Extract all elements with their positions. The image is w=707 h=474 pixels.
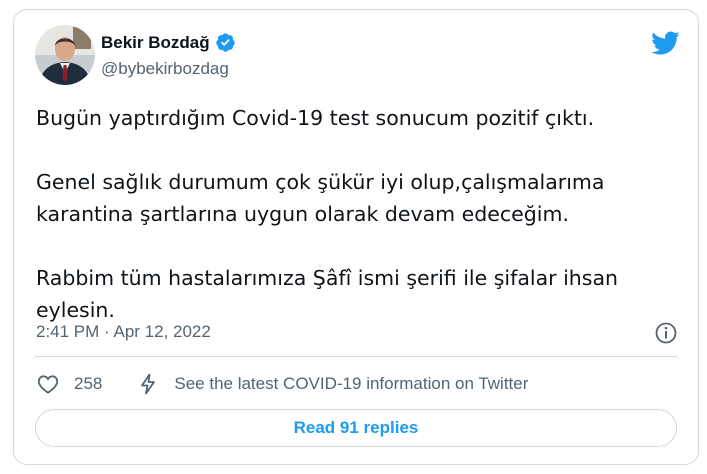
author-name[interactable]: Bekir Bozdağ [101,33,210,53]
author-handle[interactable]: @bybekirbozdag [101,59,229,79]
tweet-paragraph: Bugün yaptırdığım Covid-19 test sonucum … [36,106,595,130]
covid-info-link[interactable]: See the latest COVID-19 information on T… [174,374,528,394]
tweet-paragraph: Genel sağlık durumum çok şükür iyi olup,… [36,170,605,226]
tweet-card[interactable]: Bekir Bozdağ @bybekirbozdag Bugün yaptır… [13,9,699,465]
author-name-row[interactable]: Bekir Bozdağ [101,32,236,53]
avatar-image [35,25,95,85]
verified-badge-icon [215,33,235,52]
lightning-bolt-icon [141,373,156,395]
tweet-text: Bugün yaptırdığım Covid-19 test sonucum … [36,102,676,326]
read-replies-button[interactable]: Read 91 replies [35,409,677,447]
avatar[interactable] [35,25,95,85]
twitter-bird-icon[interactable] [650,28,680,58]
heart-icon[interactable] [36,372,60,396]
like-count[interactable]: 258 [74,374,102,394]
info-icon[interactable] [654,321,678,345]
divider [35,356,677,357]
tweet-actions: 258 See the latest COVID-19 information … [36,372,528,396]
tweet-paragraph: Rabbim tüm hastalarımıza Şâfî ismi şerif… [36,266,619,322]
tweet-timestamp[interactable]: 2:41 PM · Apr 12, 2022 [36,322,211,342]
